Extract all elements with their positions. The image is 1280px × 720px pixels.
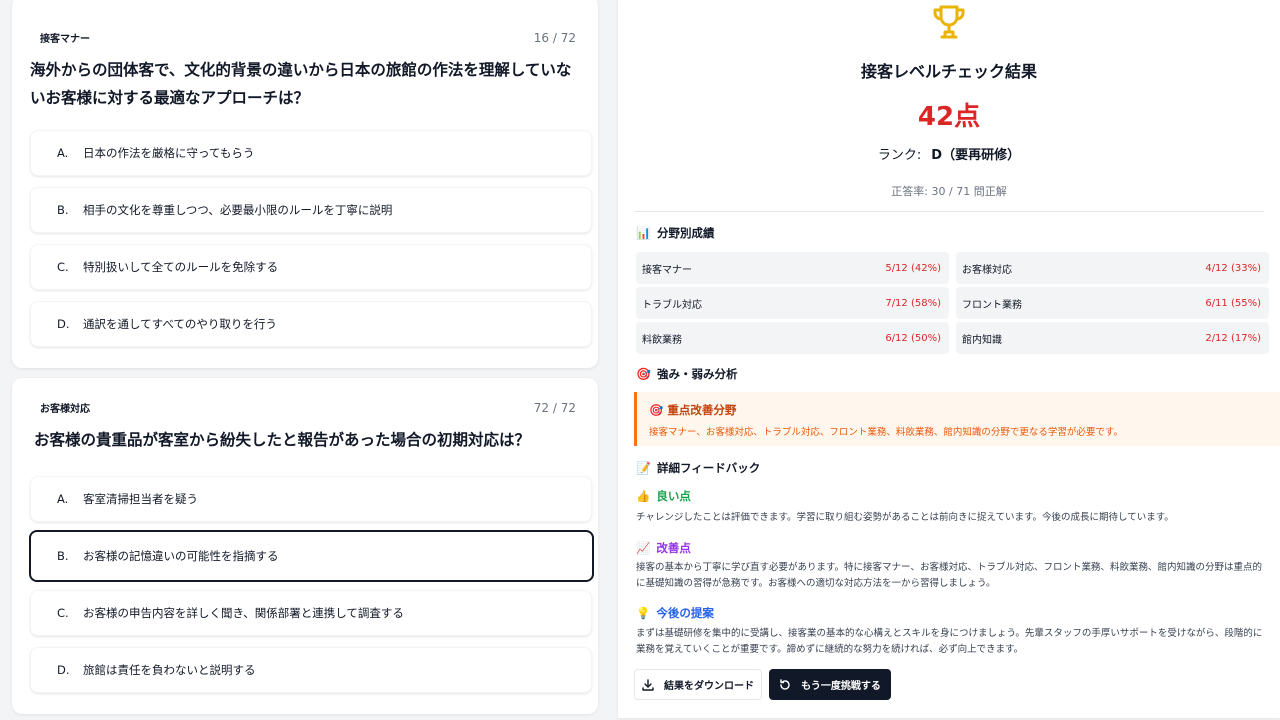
option-c[interactable]: C. 特別扱いして全てのルールを免除する: [30, 244, 592, 290]
question-header: 接客マナー 16 / 72: [40, 30, 576, 46]
option-c[interactable]: C. お客様の申告内容を詳しく聞き、関係部署と連携して調査する: [30, 590, 592, 636]
stat-customer: お客様対応 4/12 (33%): [956, 252, 1269, 284]
option-text: 日本の作法を厳格に守ってもらう: [83, 146, 255, 160]
question-text: お客様の貴重品が客室から紛失したと報告があった場合の初期対応は？: [34, 431, 531, 449]
improvement-title: 改善点: [656, 541, 691, 555]
rank-label: ランク:: [877, 148, 922, 163]
stat-name: お客様対応: [962, 264, 1012, 276]
option-letter: A.: [57, 146, 69, 160]
option-a[interactable]: A. 客室清掃担当者を疑う: [30, 476, 592, 522]
section-title: 分野別成績: [656, 226, 715, 240]
download-icon: [642, 678, 654, 691]
category-label: 接客マナー: [40, 34, 90, 45]
retry-button[interactable]: もう一度挑戦する: [769, 669, 891, 700]
option-letter: C.: [57, 260, 69, 274]
good-points-title: 良い点: [656, 489, 691, 503]
category-label: お客様対応: [40, 404, 90, 415]
option-text: 特別扱いして全てのルールを免除する: [83, 260, 279, 274]
divider: [634, 211, 1264, 212]
section-title: 強み・弱み分析: [656, 367, 738, 381]
question-counter: 72 / 72: [533, 400, 576, 415]
retry-label: もう一度挑戦する: [801, 681, 881, 692]
stat-value: 6/12 (50%): [885, 332, 941, 344]
stat-facility: 館内知識 2/12 (17%): [956, 322, 1269, 354]
rank-row: ランク: D（要再研修）: [618, 144, 1280, 163]
stat-value: 6/11 (55%): [1205, 297, 1261, 309]
chart-icon: 📊: [636, 226, 651, 240]
result-title: 接客レベルチェック結果: [860, 62, 1037, 81]
analysis-heading: 🎯 強み・弱み分析: [636, 366, 737, 382]
stat-manners: 接客マナー 5/12 (42%): [636, 252, 949, 284]
feedback-heading: 📝 詳細フィードバック: [636, 460, 760, 476]
suggestion-body: まずは基礎研修を集中的に受講し、接客業の基本的な心構えとスキルを身につけましょう…: [636, 628, 1263, 655]
option-b-selected[interactable]: B. お客様の記憶違いの可能性を指摘する: [29, 530, 594, 582]
option-text: 旅館は責任を負わないと説明する: [83, 663, 256, 677]
memo-icon: 📝: [636, 461, 651, 475]
download-button[interactable]: 結果をダウンロード: [634, 669, 762, 700]
target-icon: 🎯: [636, 367, 651, 381]
rotate-icon: [780, 678, 790, 690]
trophy-icon: [618, 4, 1280, 44]
option-letter: A.: [57, 492, 69, 506]
stat-value: 5/12 (42%): [885, 262, 941, 274]
improvement-body: 接客の基本から丁寧に学び直す必要があります。特に接客マナー、お客様対応、トラブル…: [636, 562, 1262, 589]
lightbulb-icon: 💡: [636, 606, 651, 620]
suggestion-heading: 💡 今後の提案: [636, 605, 714, 621]
stat-value: 2/12 (17%): [1205, 332, 1261, 344]
option-letter: B.: [57, 549, 69, 563]
thumbs-up-icon: 👍: [636, 489, 651, 503]
stat-food: 料飲業務 6/12 (50%): [636, 322, 949, 354]
question-counter: 16 / 72: [533, 30, 576, 45]
stat-name: トラブル対応: [642, 299, 702, 311]
good-points-body: チャレンジしたことは評価できます。学習に取り組む姿勢があることは前向きに捉えてい…: [636, 512, 1174, 523]
section-title: 詳細フィードバック: [656, 461, 761, 475]
stat-value: 7/12 (58%): [885, 297, 941, 309]
stat-name: 料飲業務: [642, 334, 682, 346]
score-value: 42点: [917, 102, 981, 132]
stat-front: フロント業務 6/11 (55%): [956, 287, 1269, 319]
stat-value: 4/12 (33%): [1205, 262, 1261, 274]
focus-area-box: 🎯 重点改善分野 接客マナー、お客様対応、トラブル対応、フロント業務、料飲業務、…: [634, 392, 1280, 446]
focus-body: 接客マナー、お客様対応、トラブル対応、フロント業務、料飲業務、館内知識の分野で更…: [649, 427, 1123, 438]
option-letter: D.: [57, 663, 70, 677]
option-a[interactable]: A. 日本の作法を厳格に守ってもらう: [30, 130, 592, 176]
rank-value: D（要再研修）: [931, 148, 1021, 163]
option-text: 相手の文化を尊重しつつ、必要最小限のルールを丁寧に説明: [83, 203, 393, 217]
option-d[interactable]: D. 旅館は責任を負わないと説明する: [30, 647, 592, 693]
result-panel: 接客レベルチェック結果 42点 ランク: D（要再研修） 正答率: 30 / 71…: [618, 0, 1280, 718]
stat-name: 接客マナー: [642, 264, 692, 276]
question-header: お客様対応 72 / 72: [40, 400, 576, 416]
category-results-heading: 📊 分野別成績: [636, 225, 714, 241]
focus-title: 🎯 重点改善分野: [649, 402, 1280, 418]
option-letter: B.: [57, 203, 69, 217]
option-d[interactable]: D. 通訳を通してすべてのやり取りを行う: [30, 301, 592, 347]
question-card-72: お客様対応 72 / 72 お客様の貴重品が客室から紛失したと報告があった場合の…: [12, 378, 598, 714]
option-text: 客室清掃担当者を疑う: [83, 492, 198, 506]
target-icon: 🎯: [649, 403, 664, 417]
option-text: お客様の申告内容を詳しく聞き、関係部署と連携して調査する: [83, 606, 404, 620]
good-points-heading: 👍 良い点: [636, 488, 691, 504]
option-b[interactable]: B. 相手の文化を尊重しつつ、必要最小限のルールを丁寧に説明: [30, 187, 592, 233]
focus-title-text: 重点改善分野: [667, 403, 737, 417]
option-text: 通訳を通してすべてのやり取りを行う: [83, 317, 277, 331]
stat-name: 館内知識: [962, 334, 1002, 346]
improvement-heading: 📈 改善点: [636, 540, 691, 556]
option-letter: D.: [57, 317, 70, 331]
trend-up-icon: 📈: [636, 541, 651, 555]
stat-trouble: トラブル対応 7/12 (58%): [636, 287, 949, 319]
accuracy-text: 正答率: 30 / 71 問正解: [891, 185, 1007, 198]
download-label: 結果をダウンロード: [664, 681, 754, 692]
option-text: お客様の記憶違いの可能性を指摘する: [83, 549, 279, 563]
question-text: 海外からの団体客で、文化的背景の違いから日本の旅館の作法を理解していないお客様に…: [30, 61, 572, 107]
option-letter: C.: [57, 606, 69, 620]
stat-name: フロント業務: [962, 299, 1022, 311]
question-card-16: 接客マナー 16 / 72 海外からの団体客で、文化的背景の違いから日本の旅館の…: [12, 0, 598, 368]
suggestion-title: 今後の提案: [656, 606, 714, 620]
